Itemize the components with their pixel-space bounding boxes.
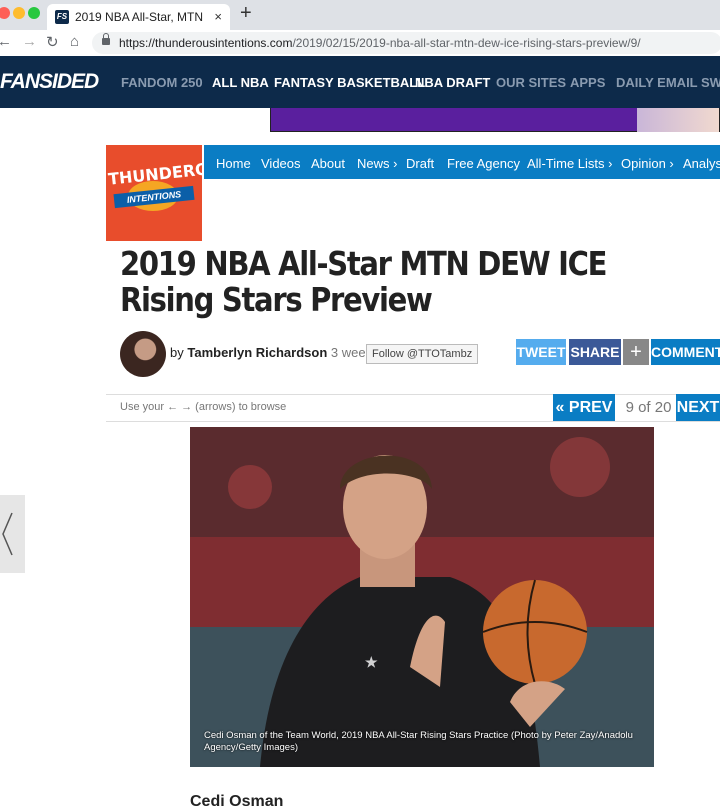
nav-all-nba[interactable]: ALL NBA [212, 75, 269, 90]
window-close-dot[interactable] [0, 7, 10, 19]
article-title: 2019 NBA All-Star MTN DEW ICE Rising Sta… [120, 244, 607, 319]
site-nav-news[interactable]: News › [357, 156, 397, 171]
browser-tab-bar: FS 2019 NBA All-Star, MTN DEW ICE Rising… [0, 0, 720, 30]
svg-text:★: ★ [365, 654, 378, 670]
site-nav-all-time-lists[interactable]: All-Time Lists › [527, 156, 612, 171]
reload-icon[interactable]: ↻ [46, 33, 59, 51]
prev-button[interactable]: « PREV [553, 394, 615, 421]
site-nav: Home Videos About News › Draft Free Agen… [204, 145, 720, 179]
lock-icon [102, 33, 110, 45]
browser-tab[interactable]: FS 2019 NBA All-Star, MTN DEW ICE Rising… [47, 4, 230, 30]
previous-slide-arrow[interactable] [0, 495, 25, 573]
site-nav-home[interactable]: Home [216, 156, 251, 171]
chevron-left-icon: « [555, 399, 565, 416]
nav-nba-draft[interactable]: NBA DRAFT [415, 75, 490, 90]
slideshow-browse-bar: Use your ← → (arrows) to browse « PREV 9… [106, 394, 720, 422]
player-photo-illustration: ★ [190, 427, 654, 767]
home-icon[interactable]: ⌂ [70, 33, 79, 50]
new-tab-icon[interactable]: + [240, 2, 252, 25]
prev-label: PREV [568, 399, 613, 416]
window-minimize-dot[interactable] [13, 7, 25, 19]
byline-prefix: by [170, 345, 184, 360]
ad-image [637, 108, 719, 132]
author-name[interactable]: Tamberlyn Richardson [187, 345, 327, 360]
site-nav-videos[interactable]: Videos [261, 156, 301, 171]
tab-title: 2019 NBA All-Star, MTN DEW ICE Rising St… [75, 10, 207, 24]
forward-arrow-icon[interactable]: → [22, 33, 37, 50]
fansided-favicon-icon: FS [55, 10, 69, 24]
back-arrow-icon[interactable]: ← [0, 33, 12, 50]
comment-button[interactable]: COMMENT [651, 339, 720, 365]
nav-fandom-250[interactable]: FANDOM 250 [121, 75, 203, 90]
nav-our-sites[interactable]: OUR SITES [496, 75, 566, 90]
tab-close-icon[interactable]: × [214, 9, 222, 24]
tweet-button[interactable]: TWEET [516, 339, 566, 365]
url-field[interactable]: https://thunderousintentions.com/2019/02… [92, 32, 720, 54]
site-nav-draft[interactable]: Draft [406, 156, 434, 171]
next-button[interactable]: NEXT [676, 394, 720, 421]
thunderous-intentions-logo[interactable]: THUNDEROUS INTENTIONS [106, 145, 234, 241]
site-nav-free-agency[interactable]: Free Agency [447, 156, 520, 171]
follow-button[interactable]: Follow @TTOTambz [366, 344, 479, 364]
nav-daily-email[interactable]: DAILY EMAIL [616, 75, 698, 90]
browse-hint: Use your ← → (arrows) to browse [120, 401, 287, 413]
nav-apps[interactable]: APPS [570, 75, 605, 90]
slide-subhead: Cedi Osman [190, 793, 284, 810]
url-text: https://thunderousintentions.com/2019/02… [119, 36, 641, 50]
ad-banner[interactable] [270, 108, 720, 132]
share-button[interactable]: SHARE [569, 339, 621, 365]
site-nav-opinion[interactable]: Opinion › [621, 156, 674, 171]
article-photo: ★ Cedi Osman of the Team World, 2019 NBA… [190, 427, 654, 767]
window-zoom-dot[interactable] [28, 7, 40, 19]
nav-sw-truncated[interactable]: SW [701, 75, 720, 90]
plus-share-icon[interactable]: + [623, 339, 649, 365]
nav-fantasy-basketball[interactable]: FANTASY BASKETBALL [274, 75, 425, 90]
page-counter: 9 of 20 [625, 399, 672, 416]
author-avatar[interactable] [120, 331, 166, 377]
site-nav-about[interactable]: About [311, 156, 345, 171]
photo-caption: Cedi Osman of the Team World, 2019 NBA A… [204, 730, 633, 753]
fansided-logo[interactable]: FANSIDED [0, 70, 99, 94]
site-nav-analysis[interactable]: Analys [683, 156, 720, 171]
fansided-nav: FANSIDED FANDOM 250 ALL NBA FANTASY BASK… [0, 56, 720, 108]
address-bar: ← → ↻ ⌂ https://thunderousintentions.com… [0, 30, 720, 57]
chevron-left-icon [2, 512, 13, 556]
